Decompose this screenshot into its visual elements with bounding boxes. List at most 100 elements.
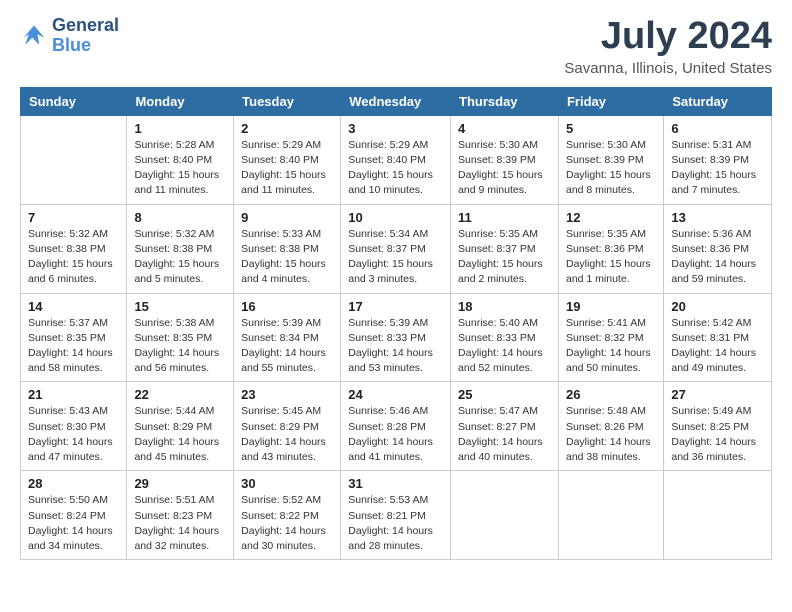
calendar-cell: 31 Sunrise: 5:53 AM Sunset: 8:21 PM Dayli… xyxy=(341,471,451,560)
calendar-cell: 15 Sunrise: 5:38 AM Sunset: 8:35 PM Dayli… xyxy=(127,293,234,382)
calendar-cell xyxy=(21,115,127,204)
day-number: 10 xyxy=(348,210,443,225)
day-detail: Sunrise: 5:30 AM Sunset: 8:39 PM Dayligh… xyxy=(458,138,551,199)
day-detail: Sunrise: 5:40 AM Sunset: 8:33 PM Dayligh… xyxy=(458,316,551,377)
logo: General Blue xyxy=(20,16,119,56)
calendar-cell: 28 Sunrise: 5:50 AM Sunset: 8:24 PM Dayli… xyxy=(21,471,127,560)
day-number: 27 xyxy=(671,387,764,402)
day-detail: Sunrise: 5:41 AM Sunset: 8:32 PM Dayligh… xyxy=(566,316,656,377)
day-number: 2 xyxy=(241,121,333,136)
calendar-cell: 4 Sunrise: 5:30 AM Sunset: 8:39 PM Daylig… xyxy=(451,115,559,204)
calendar-cell: 8Sunrise: 5:32 AM Sunset: 8:38 PM Daylig… xyxy=(127,204,234,293)
header-thursday: Thursday xyxy=(451,87,559,115)
day-detail: Sunrise: 5:29 AM Sunset: 8:40 PM Dayligh… xyxy=(348,138,443,199)
day-detail: Sunrise: 5:32 AM Sunset: 8:38 PM Dayligh… xyxy=(28,227,119,288)
day-detail: Sunrise: 5:35 AM Sunset: 8:36 PM Dayligh… xyxy=(566,227,656,288)
day-detail: Sunrise: 5:46 AM Sunset: 8:28 PM Dayligh… xyxy=(348,404,443,465)
header: General Blue July 2024 Savanna, Illinois… xyxy=(20,16,772,77)
day-number: 20 xyxy=(671,299,764,314)
logo-icon xyxy=(20,22,48,50)
day-number: 19 xyxy=(566,299,656,314)
day-number: 3 xyxy=(348,121,443,136)
week-row-3: 21 Sunrise: 5:43 AM Sunset: 8:30 PM Dayli… xyxy=(21,382,772,471)
calendar-cell: 22Sunrise: 5:44 AM Sunset: 8:29 PM Dayli… xyxy=(127,382,234,471)
day-number: 31 xyxy=(348,476,443,491)
calendar-cell: 5 Sunrise: 5:30 AM Sunset: 8:39 PM Daylig… xyxy=(558,115,663,204)
day-number: 30 xyxy=(241,476,333,491)
calendar-cell: 10 Sunrise: 5:34 AM Sunset: 8:37 PM Dayli… xyxy=(341,204,451,293)
day-detail: Sunrise: 5:45 AM Sunset: 8:29 PM Dayligh… xyxy=(241,404,333,465)
day-detail: Sunrise: 5:43 AM Sunset: 8:30 PM Dayligh… xyxy=(28,404,119,465)
day-number: 18 xyxy=(458,299,551,314)
calendar-cell: 3 Sunrise: 5:29 AM Sunset: 8:40 PM Daylig… xyxy=(341,115,451,204)
day-detail: Sunrise: 5:51 AM Sunset: 8:23 PM Dayligh… xyxy=(134,493,226,554)
day-number: 1 xyxy=(134,121,226,136)
calendar-cell: 2Sunrise: 5:29 AM Sunset: 8:40 PM Daylig… xyxy=(234,115,341,204)
day-number: 13 xyxy=(671,210,764,225)
calendar-cell: 30 Sunrise: 5:52 AM Sunset: 8:22 PM Dayli… xyxy=(234,471,341,560)
calendar-cell xyxy=(451,471,559,560)
day-number: 11 xyxy=(458,210,551,225)
day-number: 24 xyxy=(348,387,443,402)
day-detail: Sunrise: 5:50 AM Sunset: 8:24 PM Dayligh… xyxy=(28,493,119,554)
day-detail: Sunrise: 5:33 AM Sunset: 8:38 PM Dayligh… xyxy=(241,227,333,288)
calendar-cell: 23Sunrise: 5:45 AM Sunset: 8:29 PM Dayli… xyxy=(234,382,341,471)
title-area: July 2024 Savanna, Illinois, United Stat… xyxy=(564,16,772,77)
header-tuesday: Tuesday xyxy=(234,87,341,115)
calendar-cell: 1 Sunrise: 5:28 AM Sunset: 8:40 PM Daylig… xyxy=(127,115,234,204)
calendar-cell: 25 Sunrise: 5:47 AM Sunset: 8:27 PM Dayli… xyxy=(451,382,559,471)
day-number: 14 xyxy=(28,299,119,314)
day-detail: Sunrise: 5:39 AM Sunset: 8:33 PM Dayligh… xyxy=(348,316,443,377)
day-number: 22 xyxy=(134,387,226,402)
day-detail: Sunrise: 5:37 AM Sunset: 8:35 PM Dayligh… xyxy=(28,316,119,377)
header-monday: Monday xyxy=(127,87,234,115)
header-saturday: Saturday xyxy=(664,87,772,115)
day-detail: Sunrise: 5:35 AM Sunset: 8:37 PM Dayligh… xyxy=(458,227,551,288)
calendar-cell: 13 Sunrise: 5:36 AM Sunset: 8:36 PM Dayli… xyxy=(664,204,772,293)
calendar-cell: 14 Sunrise: 5:37 AM Sunset: 8:35 PM Dayli… xyxy=(21,293,127,382)
day-number: 26 xyxy=(566,387,656,402)
day-detail: Sunrise: 5:53 AM Sunset: 8:21 PM Dayligh… xyxy=(348,493,443,554)
calendar-cell: 21 Sunrise: 5:43 AM Sunset: 8:30 PM Dayli… xyxy=(21,382,127,471)
day-detail: Sunrise: 5:31 AM Sunset: 8:39 PM Dayligh… xyxy=(671,138,764,199)
calendar-cell: 18 Sunrise: 5:40 AM Sunset: 8:33 PM Dayli… xyxy=(451,293,559,382)
calendar-cell xyxy=(664,471,772,560)
calendar-cell: 6 Sunrise: 5:31 AM Sunset: 8:39 PM Daylig… xyxy=(664,115,772,204)
calendar-cell: 20Sunrise: 5:42 AM Sunset: 8:31 PM Dayli… xyxy=(664,293,772,382)
day-detail: Sunrise: 5:36 AM Sunset: 8:36 PM Dayligh… xyxy=(671,227,764,288)
day-detail: Sunrise: 5:38 AM Sunset: 8:35 PM Dayligh… xyxy=(134,316,226,377)
logo-text-line1: General xyxy=(52,16,119,36)
calendar-cell: 7Sunrise: 5:32 AM Sunset: 8:38 PM Daylig… xyxy=(21,204,127,293)
day-number: 12 xyxy=(566,210,656,225)
calendar-cell: 17Sunrise: 5:39 AM Sunset: 8:33 PM Dayli… xyxy=(341,293,451,382)
day-detail: Sunrise: 5:47 AM Sunset: 8:27 PM Dayligh… xyxy=(458,404,551,465)
day-number: 21 xyxy=(28,387,119,402)
calendar-cell xyxy=(558,471,663,560)
day-number: 15 xyxy=(134,299,226,314)
week-row-1: 7Sunrise: 5:32 AM Sunset: 8:38 PM Daylig… xyxy=(21,204,772,293)
calendar-cell: 29Sunrise: 5:51 AM Sunset: 8:23 PM Dayli… xyxy=(127,471,234,560)
day-detail: Sunrise: 5:49 AM Sunset: 8:25 PM Dayligh… xyxy=(671,404,764,465)
calendar-cell: 27 Sunrise: 5:49 AM Sunset: 8:25 PM Dayli… xyxy=(664,382,772,471)
day-number: 16 xyxy=(241,299,333,314)
day-detail: Sunrise: 5:34 AM Sunset: 8:37 PM Dayligh… xyxy=(348,227,443,288)
calendar-cell: 11 Sunrise: 5:35 AM Sunset: 8:37 PM Dayli… xyxy=(451,204,559,293)
calendar-cell: 26Sunrise: 5:48 AM Sunset: 8:26 PM Dayli… xyxy=(558,382,663,471)
location: Savanna, Illinois, United States xyxy=(564,60,772,77)
day-number: 9 xyxy=(241,210,333,225)
calendar-cell: 24 Sunrise: 5:46 AM Sunset: 8:28 PM Dayli… xyxy=(341,382,451,471)
day-detail: Sunrise: 5:30 AM Sunset: 8:39 PM Dayligh… xyxy=(566,138,656,199)
day-number: 5 xyxy=(566,121,656,136)
logo-text-line2: Blue xyxy=(52,36,119,56)
day-number: 4 xyxy=(458,121,551,136)
page: General Blue July 2024 Savanna, Illinois… xyxy=(0,0,792,612)
month-title: July 2024 xyxy=(564,16,772,58)
calendar-cell: 19 Sunrise: 5:41 AM Sunset: 8:32 PM Dayli… xyxy=(558,293,663,382)
day-detail: Sunrise: 5:28 AM Sunset: 8:40 PM Dayligh… xyxy=(134,138,226,199)
day-detail: Sunrise: 5:52 AM Sunset: 8:22 PM Dayligh… xyxy=(241,493,333,554)
day-number: 25 xyxy=(458,387,551,402)
day-number: 28 xyxy=(28,476,119,491)
week-row-0: 1 Sunrise: 5:28 AM Sunset: 8:40 PM Daylig… xyxy=(21,115,772,204)
day-number: 6 xyxy=(671,121,764,136)
day-number: 8 xyxy=(134,210,226,225)
